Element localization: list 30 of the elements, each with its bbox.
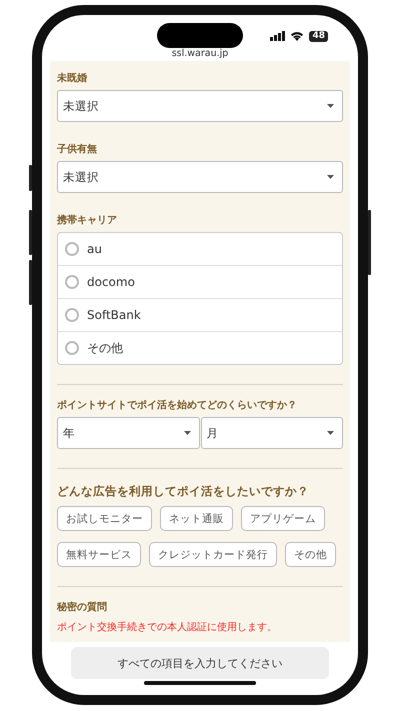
- select-field[interactable]: 月: [200, 417, 343, 449]
- option-chip[interactable]: 無料サービス: [57, 542, 141, 567]
- option-chip[interactable]: クレジットカード発行: [149, 542, 277, 567]
- field-label: 秘密の質問: [57, 601, 107, 615]
- option-chip[interactable]: ネット通販: [160, 506, 233, 531]
- caret-icon: [184, 431, 190, 435]
- option-chip[interactable]: その他: [285, 542, 336, 567]
- field-label: 子供有無: [57, 143, 97, 157]
- question-label: ポイントサイトでポイ活を始めてどのくらいですか？: [57, 399, 297, 413]
- url-text: ssl.warau.jp: [170, 47, 230, 61]
- notice-text: ポイント交換手続きでの本人認証に使用します。: [57, 621, 278, 634]
- caret-icon: [327, 175, 334, 179]
- wifi-icon: [290, 31, 304, 41]
- select-field[interactable]: 年: [57, 417, 200, 449]
- select-field[interactable]: 未選択: [57, 161, 343, 193]
- radio-option[interactable]: SoftBank: [58, 299, 342, 332]
- radio-option[interactable]: au: [58, 233, 342, 266]
- option-chip[interactable]: アプリゲーム: [241, 506, 325, 531]
- battery-level: 48: [309, 30, 328, 42]
- radio-option[interactable]: その他: [58, 332, 342, 364]
- submit-button[interactable]: すべての項目を入力してください: [71, 647, 329, 679]
- field-label: 未既婚: [57, 72, 87, 86]
- signal-icon: [270, 31, 286, 41]
- select-field[interactable]: 未選択: [57, 90, 343, 122]
- option-chip[interactable]: お試しモニター: [57, 506, 152, 531]
- question-label: どんな広告を利用してポイ活をしたいですか？: [57, 483, 310, 499]
- caret-icon: [327, 104, 334, 108]
- caret-icon: [327, 431, 334, 435]
- field-label: 携帯キャリア: [57, 214, 117, 228]
- radio-option[interactable]: docomo: [58, 266, 342, 299]
